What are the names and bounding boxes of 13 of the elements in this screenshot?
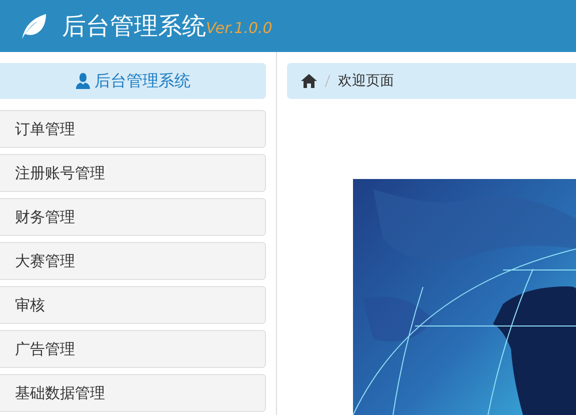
app-title: 后台管理系统 <box>62 11 206 42</box>
menu-item[interactable]: 审核 <box>0 286 266 324</box>
breadcrumb-current: 欢迎页面 <box>338 72 394 90</box>
sidebar-title-text: 后台管理系统 <box>94 70 190 92</box>
menu-item[interactable]: 广告管理 <box>0 330 266 368</box>
user-icon <box>76 73 90 89</box>
menu-item[interactable]: 基础数据管理 <box>0 374 266 412</box>
menu-item[interactable]: 大赛管理 <box>0 242 266 280</box>
menu-item[interactable]: 注册账号管理 <box>0 154 266 192</box>
home-icon[interactable] <box>301 74 317 88</box>
menu-item[interactable]: 财务管理 <box>0 198 266 236</box>
version-label: Ver.1.0.0 <box>206 19 272 37</box>
menu-item[interactable]: 订单管理 <box>0 110 266 148</box>
